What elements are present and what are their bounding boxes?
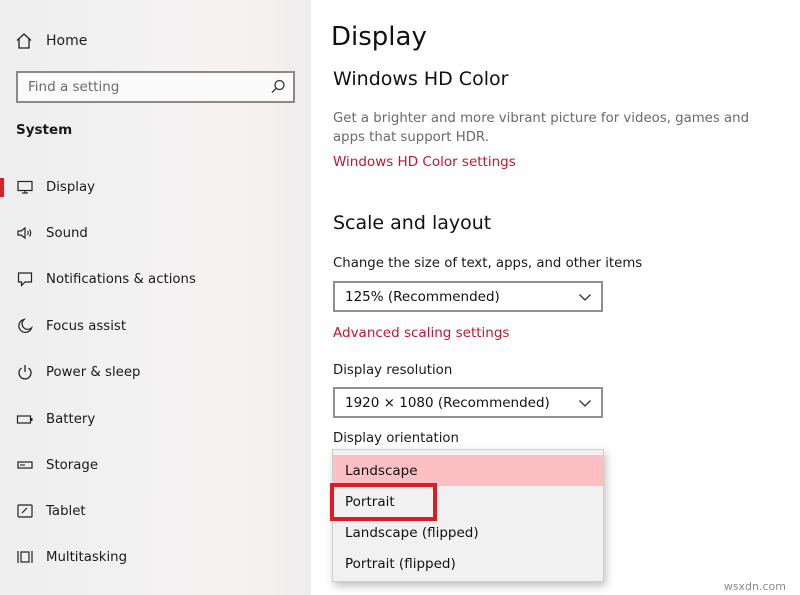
sidebar-item-label: Focus assist [46,318,127,334]
sidebar-item-storage[interactable]: Storage [0,448,311,482]
hdr-heading: Windows HD Color [333,68,509,90]
sidebar-item-sound[interactable]: Sound [0,216,311,250]
watermark: wsxdn.com [723,580,786,593]
resolution-label: Display resolution [333,363,453,378]
storage-icon [15,455,35,475]
sidebar-item-battery[interactable]: Battery [0,402,311,436]
section-title: System [16,122,73,138]
orientation-option-portrait[interactable]: Portrait [333,486,603,517]
search-icon[interactable] [269,78,287,96]
sidebar-item-label: Notifications & actions [46,271,196,287]
sidebar-item-label: Power & sleep [46,364,141,380]
size-label: Change the size of text, apps, and other… [333,256,643,271]
scale-heading: Scale and layout [333,212,492,234]
home-label: Home [46,33,88,49]
home-nav-item[interactable]: Home [15,30,87,52]
sidebar-item-notifications[interactable]: Notifications & actions [0,262,311,296]
hdr-settings-link[interactable]: Windows HD Color settings [333,154,516,170]
sidebar-item-power-sleep[interactable]: Power & sleep [0,355,311,389]
sidebar-item-display[interactable]: Display [0,170,311,204]
sidebar: Home Find a setting System Display Sound… [0,0,311,595]
orientation-option-portrait-flipped[interactable]: Portrait (flipped) [333,548,603,579]
sidebar-item-label: Sound [46,225,88,241]
home-icon [15,32,33,50]
speaker-icon [15,223,35,243]
notification-icon [15,269,35,289]
sidebar-item-label: Multitasking [46,549,128,565]
orientation-dropdown-list: Landscape Portrait Landscape (flipped) P… [332,449,604,582]
sidebar-item-multitasking[interactable]: Multitasking [0,540,311,574]
orientation-label: Display orientation [333,431,459,446]
search-placeholder: Find a setting [28,79,120,95]
sidebar-item-label: Storage [46,457,99,473]
tablet-icon [15,501,35,521]
multitasking-icon [15,547,35,567]
resolution-dropdown-value: 1920 × 1080 (Recommended) [345,394,550,411]
moon-icon [15,316,35,336]
sidebar-item-label: Battery [46,411,96,427]
page-title: Display [331,22,427,52]
sidebar-item-label: Display [46,179,96,195]
sidebar-item-focus-assist[interactable]: Focus assist [0,309,311,343]
orientation-option-landscape-flipped[interactable]: Landscape (flipped) [333,517,603,548]
sidebar-item-tablet[interactable]: Tablet [0,494,311,528]
hdr-description: Get a brighter and more vibrant picture … [333,111,750,145]
scale-dropdown-value: 125% (Recommended) [345,288,500,305]
chevron-down-icon [578,396,592,410]
advanced-scaling-link[interactable]: Advanced scaling settings [333,325,509,341]
scale-dropdown[interactable]: 125% (Recommended) [333,281,603,312]
main-content: Display Windows HD Color Get a brighter … [311,0,800,595]
power-icon [15,362,35,382]
battery-icon [15,409,35,429]
resolution-dropdown[interactable]: 1920 × 1080 (Recommended) [333,387,603,418]
chevron-down-icon [578,290,592,304]
sidebar-item-label: Tablet [46,503,86,519]
monitor-icon [15,177,35,197]
search-input[interactable]: Find a setting [16,71,295,103]
orientation-option-landscape[interactable]: Landscape [333,455,603,486]
